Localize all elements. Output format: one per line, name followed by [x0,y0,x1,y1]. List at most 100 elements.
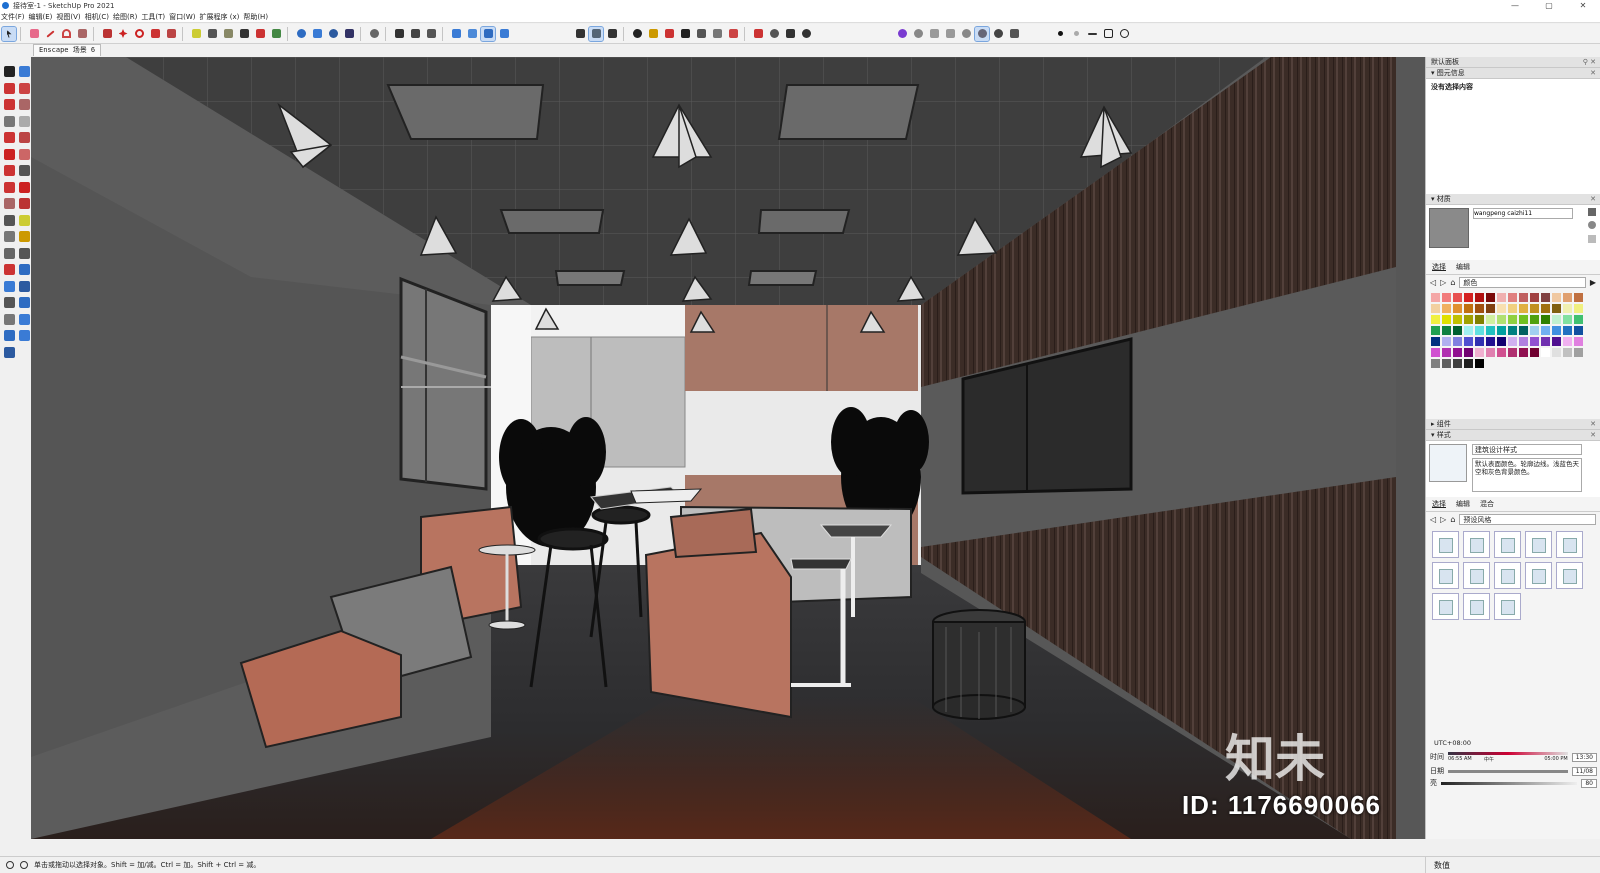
select-icon[interactable] [4,66,15,77]
pan-icon[interactable] [19,264,30,275]
tab-styles-edit[interactable]: 编辑 [1456,499,1470,509]
color-swatch[interactable] [1508,315,1517,324]
color-swatch[interactable] [1497,326,1506,335]
polygon-icon[interactable] [19,132,30,143]
color-swatch[interactable] [1530,293,1539,302]
orbit-icon[interactable] [4,264,15,275]
eraser-icon[interactable] [19,82,30,94]
shape-tool-icon[interactable] [75,27,89,41]
push-pull-icon[interactable] [100,27,114,41]
move-tool-icon[interactable] [116,27,130,41]
color-swatch[interactable] [1442,293,1451,302]
style-thumb[interactable] [1432,531,1459,558]
rotated-rect-icon[interactable] [19,115,30,127]
color-swatch[interactable] [1552,348,1561,357]
iso-view-icon[interactable] [449,27,463,41]
color-swatch[interactable] [1574,348,1583,357]
material-icon-sample[interactable] [1588,221,1596,229]
cart-icon[interactable] [783,27,797,41]
color-swatch[interactable] [1519,315,1528,324]
tab-styles-select[interactable]: 选择 [1432,499,1446,509]
hide-light-icon[interactable] [1117,27,1131,41]
color-swatch[interactable] [1431,359,1440,368]
color-swatch[interactable] [1486,293,1495,302]
color-swatch[interactable] [1508,348,1517,357]
color-swatch[interactable] [1530,348,1539,357]
color-swatch[interactable] [1464,293,1473,302]
line-tool-icon[interactable] [43,27,57,41]
dimension-icon[interactable] [205,27,219,41]
walk-icon[interactable] [367,27,381,41]
section-display-icon[interactable] [408,27,422,41]
previous-icon[interactable] [19,297,30,308]
light-value-input[interactable]: 80 [1581,778,1597,788]
color-swatch[interactable] [1508,337,1517,346]
color-swatch[interactable] [1464,348,1473,357]
dimension-icon[interactable] [19,214,30,226]
color-swatch[interactable] [1431,304,1440,313]
color-swatch[interactable] [1453,326,1462,335]
freehand-icon[interactable] [19,99,30,110]
material-icon-create[interactable] [1588,208,1596,216]
menu-file[interactable]: 文件(F) [1,12,25,22]
status-help-icon[interactable] [20,860,28,869]
styles-library-select[interactable]: 预设风格 [1459,514,1596,525]
walk-icon[interactable] [4,330,15,341]
orbit-icon[interactable] [294,27,308,41]
color-swatch[interactable] [1574,326,1583,335]
3d-text-icon[interactable] [269,27,283,41]
tape-icon[interactable] [4,214,15,226]
materials-close-icon[interactable]: ✕ [1590,195,1596,203]
paint-bucket-icon[interactable] [573,27,587,41]
section-cut-icon[interactable] [424,27,438,41]
section-plane-icon[interactable] [392,27,406,41]
color-swatch[interactable] [1475,326,1484,335]
color-swatch[interactable] [1530,304,1539,313]
restore-button[interactable]: ▢ [1532,0,1566,11]
section-icon[interactable] [19,330,30,341]
color-swatch[interactable] [1453,359,1462,368]
enscape-start-icon[interactable] [895,27,909,41]
color-swatch[interactable] [1464,337,1473,346]
sandbox-icon[interactable] [4,346,15,358]
tape-measure-icon[interactable] [189,27,203,41]
offset-icon[interactable] [19,198,30,209]
color-swatch[interactable] [1431,348,1440,357]
material-name-input[interactable] [1473,208,1573,219]
style-thumb[interactable] [1494,531,1521,558]
color-swatch[interactable] [1519,326,1528,335]
color-swatch[interactable] [1431,293,1440,302]
axes-icon[interactable] [4,247,15,259]
color-swatch[interactable] [1519,293,1528,302]
color-swatch[interactable] [1530,326,1539,335]
pan-icon[interactable] [310,27,324,41]
color-swatch[interactable] [1442,315,1451,324]
eraser-icon[interactable] [27,27,41,41]
text-icon[interactable] [19,231,30,242]
color-swatch[interactable] [1442,304,1451,313]
look-around-icon[interactable] [19,313,30,325]
style-thumb[interactable] [1463,593,1490,620]
color-swatch[interactable] [1530,315,1539,324]
styles-header[interactable]: ▾ 样式 ✕ [1426,430,1600,441]
color-swatch[interactable] [1486,348,1495,357]
account-icon[interactable] [799,27,813,41]
style-thumb[interactable] [1525,531,1552,558]
color-swatch[interactable] [1464,304,1473,313]
style-thumb[interactable] [1525,562,1552,589]
color-swatch[interactable] [1464,359,1473,368]
extension-warehouse-icon[interactable] [767,27,781,41]
color-swatch[interactable] [1453,304,1462,313]
move-icon[interactable] [4,165,15,176]
push-pull-icon[interactable] [19,165,30,176]
color-swatch[interactable] [1574,315,1583,324]
rect-light-icon[interactable] [1101,27,1115,41]
date-value-input[interactable]: 11/08 [1571,766,1597,776]
component-icon[interactable] [19,66,30,77]
zoom-icon[interactable] [4,280,15,292]
top-view-icon[interactable] [465,27,479,41]
pie-icon[interactable] [19,148,30,160]
text-tool-icon[interactable] [237,27,251,41]
color-swatch[interactable] [1574,304,1583,313]
color-swatch[interactable] [1519,348,1528,357]
